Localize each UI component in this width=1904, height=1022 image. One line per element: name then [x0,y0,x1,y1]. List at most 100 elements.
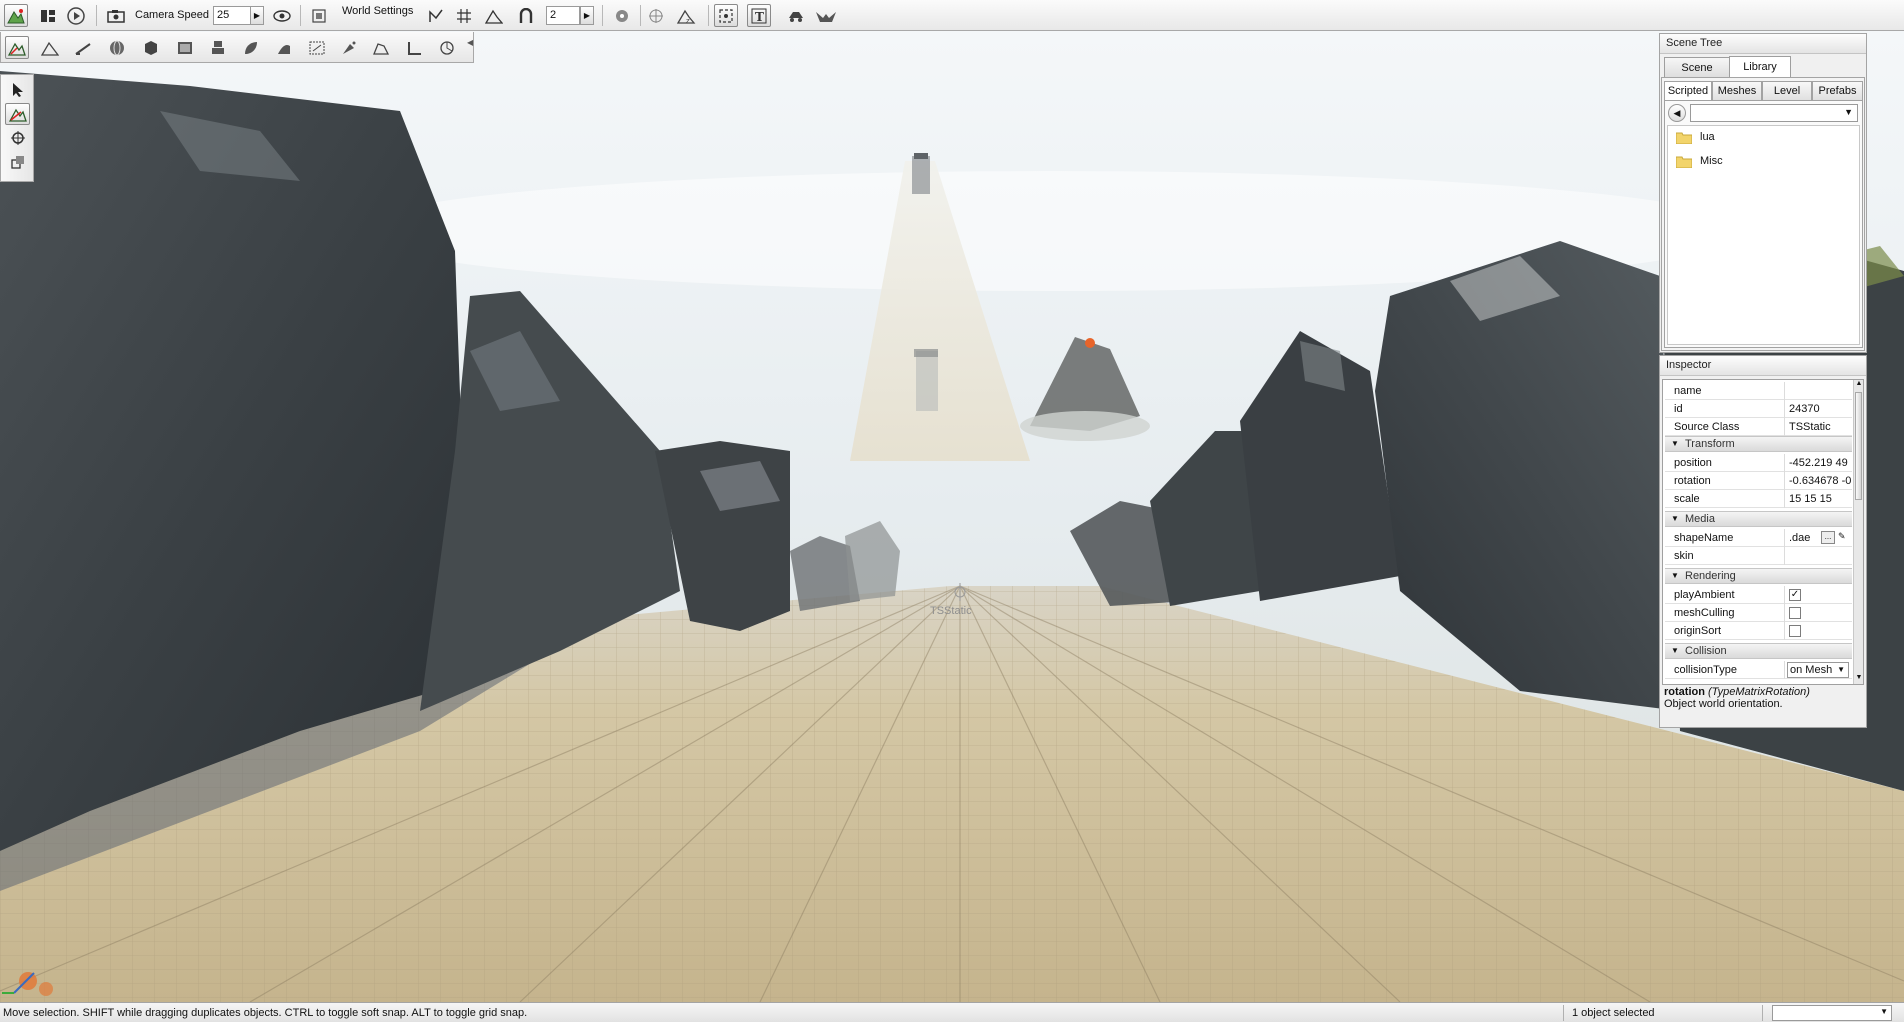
camera-speed-input[interactable]: 25 [213,6,251,25]
play-game-icon[interactable] [64,4,88,27]
field-label: id [1674,403,1683,415]
field-play-ambient[interactable]: playAmbient ✓ [1665,586,1852,604]
shape-editor-icon[interactable] [369,36,393,59]
gui-editor-icon[interactable] [36,4,60,27]
subtab-level[interactable]: Level [1762,81,1812,100]
terrain-painter-icon[interactable] [71,36,95,59]
library-item-label: lua [1700,131,1715,143]
play-ambient-checkbox[interactable]: ✓ [1789,589,1801,601]
decal-editor-icon[interactable] [173,36,197,59]
mission-icon[interactable] [814,4,838,27]
field-name[interactable]: name [1665,382,1852,400]
field-position[interactable]: position -452.219 49 [1665,454,1852,472]
bounds-snap-icon[interactable]: z [674,4,698,27]
scene-tree-title: Scene Tree [1660,34,1866,54]
object-center-icon[interactable] [610,4,634,27]
svg-text:T: T [755,10,764,24]
sphere-icon[interactable] [105,36,129,59]
field-value[interactable]: .dae [1789,532,1819,544]
group-title: Transform [1685,438,1735,450]
field-label: originSort [1674,625,1722,637]
field-label: name [1674,385,1702,397]
field-mesh-culling[interactable]: meshCulling [1665,604,1852,622]
field-id[interactable]: id 24370 [1665,400,1852,418]
mesh-road-icon[interactable] [139,36,163,59]
help-field-name: rotation [1664,686,1705,698]
text-labels-icon[interactable]: T [747,4,771,27]
particle-editor-icon[interactable] [337,36,361,59]
magnet-icon[interactable] [514,4,538,27]
field-shape-name[interactable]: shapeName .dae ... ✎ [1665,529,1852,547]
object-editor-icon[interactable] [5,36,29,59]
camera-icon[interactable] [104,4,128,27]
field-collision-type[interactable]: collisionType on Mesh ▼ [1665,661,1852,679]
expand-arrow-icon: ▼ [1671,439,1679,448]
river-editor-icon[interactable] [272,36,296,59]
snap-value-arrow-icon[interactable]: ▶ [580,6,594,25]
terrain-snap-icon[interactable] [482,4,506,27]
chevron-down-icon: ▼ [1844,107,1853,117]
origin-sort-checkbox[interactable] [1789,625,1801,637]
field-help: rotation (TypeMatrixRotation) Object wor… [1664,686,1862,710]
field-value: TSStatic [1789,421,1831,433]
datablock-icon[interactable] [435,36,459,59]
list-item[interactable]: Misc [1675,151,1723,171]
list-item[interactable]: lua [1675,127,1715,147]
leaf-icon[interactable] [239,36,263,59]
group-media[interactable]: ▼ Media [1665,511,1852,527]
field-origin-sort[interactable]: originSort [1665,622,1852,640]
field-value[interactable]: -0.634678 -0 [1789,475,1851,487]
navmesh-icon[interactable] [305,36,329,59]
tab-scene[interactable]: Scene [1664,57,1730,77]
field-rotation[interactable]: rotation -0.634678 -0 [1665,472,1852,490]
collapse-toolbar-icon[interactable]: ◀ [467,38,473,56]
terrain-editor-icon[interactable] [38,36,62,59]
field-label: position [1674,457,1712,469]
inspector-grid: name id 24370 Source Class TSStatic ▼ Tr… [1662,379,1864,685]
rotate-tool-icon[interactable] [5,127,30,149]
forest-editor-icon[interactable] [206,36,230,59]
status-message: Move selection. SHIFT while dragging dup… [3,1007,528,1019]
field-value[interactable]: -452.219 49 [1789,457,1851,469]
scroll-down-icon[interactable]: ▼ [1854,674,1863,684]
grid-snap-icon[interactable] [452,4,476,27]
selection-count: 1 object selected [1572,1007,1655,1019]
mesh-culling-checkbox[interactable] [1789,607,1801,619]
group-collision[interactable]: ▼ Collision [1665,643,1852,659]
group-rendering[interactable]: ▼ Rendering [1665,568,1852,584]
eye-icon[interactable] [270,4,294,27]
tab-library[interactable]: Library [1729,56,1791,77]
road-editor-icon[interactable] [402,36,426,59]
field-skin[interactable]: skin [1665,547,1852,565]
inspector-scrollbar[interactable]: ▲ ▼ [1853,380,1863,684]
scale-tool-icon[interactable] [5,151,30,173]
back-arrow-icon[interactable]: ◀ [1668,104,1686,122]
vehicle-icon[interactable] [784,4,808,27]
3d-viewport[interactable]: TSStatic [0,31,1904,1002]
scrollbar-thumb[interactable] [1855,392,1862,500]
field-value[interactable]: 15 15 15 [1789,493,1851,505]
visibility-toggle-icon[interactable] [307,4,331,27]
subtab-prefabs[interactable]: Prefabs [1812,81,1863,100]
field-source-class[interactable]: Source Class TSStatic [1665,418,1852,436]
select-arrow-icon[interactable] [5,79,30,101]
scroll-up-icon[interactable]: ▲ [1854,380,1863,390]
group-transform[interactable]: ▼ Transform [1665,436,1852,452]
status-dropdown[interactable]: ▼ [1772,1005,1892,1021]
snap-to-ground-icon[interactable] [424,4,448,27]
fit-view-icon[interactable] [714,4,738,27]
world-transform-icon[interactable] [644,4,668,27]
snap-value-input[interactable]: 2 [546,6,580,25]
move-tool-icon[interactable] [5,103,30,125]
subtab-meshes[interactable]: Meshes [1712,81,1762,100]
world-editor-icon[interactable] [4,4,28,27]
collision-type-dropdown[interactable]: on Mesh ▼ [1787,662,1849,678]
camera-speed-arrow-icon[interactable]: ▶ [250,6,264,25]
field-scale[interactable]: scale 15 15 15 [1665,490,1852,508]
edit-shape-icon[interactable]: ✎ [1838,531,1846,542]
browse-button[interactable]: ... [1821,531,1835,544]
subtab-scripted[interactable]: Scripted [1664,81,1712,100]
world-settings-label[interactable]: World Settings [342,5,413,17]
chevron-down-icon: ▼ [1837,665,1845,674]
library-path-dropdown[interactable]: ▼ [1690,104,1858,122]
